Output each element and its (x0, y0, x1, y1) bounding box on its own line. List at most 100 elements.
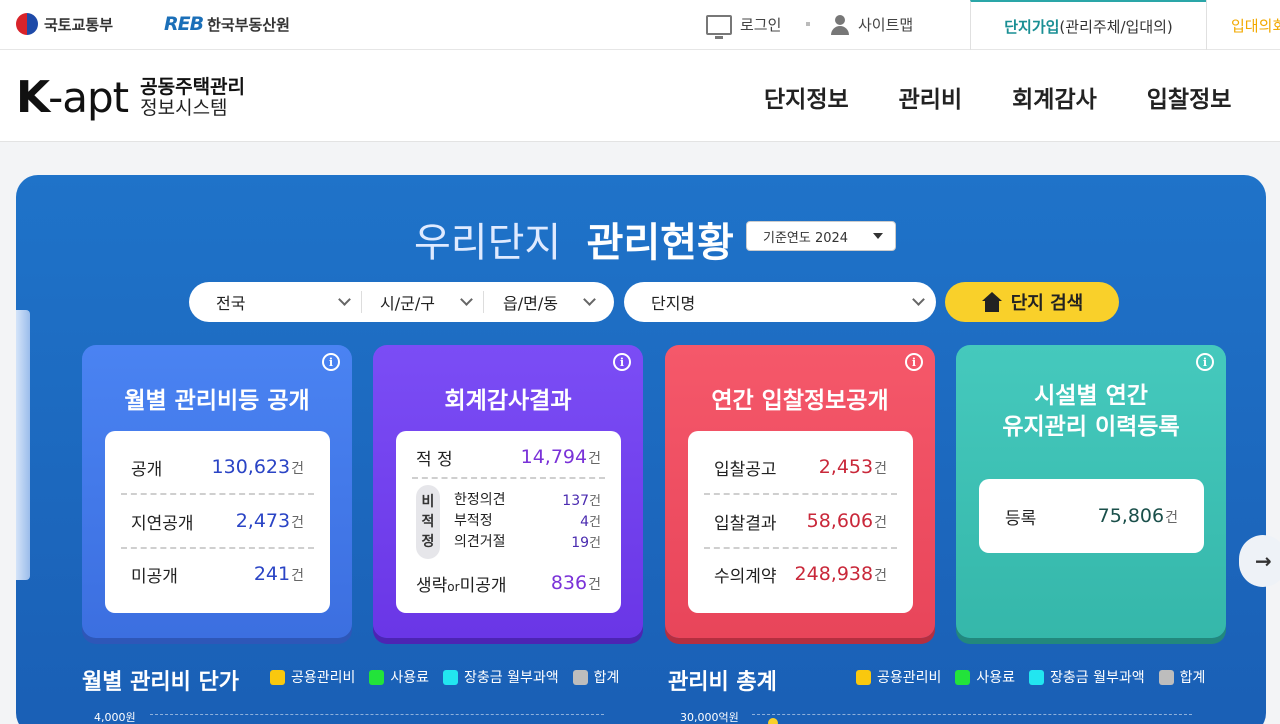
sigungu-select[interactable]: 시/군/구 (380, 282, 480, 322)
stat-label: 등록 (1005, 508, 1037, 529)
molit-logo[interactable]: 국토교통부 (16, 13, 113, 35)
chart-data-point (768, 718, 778, 724)
next-slide-button[interactable]: → (1239, 535, 1280, 587)
nav-management-fee[interactable]: 관리비 (899, 80, 962, 114)
sitemap-label: 사이트맵 (858, 16, 914, 34)
card-title: 연간 입찰정보공개 (711, 388, 889, 414)
unit-price-chart-title: 월별 관리비 단가 (82, 670, 239, 695)
gridline (150, 714, 604, 715)
y-axis-tick-label: 4,000원 (94, 711, 136, 724)
complex-join-tab[interactable]: 단지가입 (관리주체/입대의) (970, 0, 1206, 50)
top-utility-bar: 국토교통부 REB 한국부동산원 로그인 사이트맵 단지가입 (관리주체/입대의)… (0, 0, 1280, 50)
total-legend: 공용관리비 사용료 장충금 월부과액 합계 (856, 667, 1205, 687)
reb-mark-icon: REB (164, 13, 204, 35)
sub-stat-label: 의견거절 (454, 534, 506, 550)
search-button-label: 단지 검색 (1010, 293, 1084, 314)
card-stats-box: 적 정 14,794건 비 적 정 한정의견 137건 부적정 4건 의견거절 … (396, 431, 621, 613)
stat-row: 등록 75,806건 (979, 490, 1204, 542)
card-accounting-audit[interactable]: i 회계감사결과 적 정 14,794건 비 적 정 한정의견 137건 부적정… (373, 345, 643, 638)
legend-item[interactable]: 합계 (1158, 667, 1205, 687)
region-filter: 전국 시/군/구 읍/면/동 (189, 282, 614, 322)
info-icon[interactable]: i (1196, 353, 1214, 371)
brand-k: K (16, 72, 50, 123)
stat-row: 미공개 241건 (105, 548, 330, 600)
util-divider (806, 22, 810, 26)
sub-stat-label: 부적정 (454, 513, 493, 529)
partner-tab[interactable]: 입대의회 (1206, 0, 1280, 50)
global-nav: 단지정보 관리비 회계감사 입찰정보 유 (764, 80, 1280, 114)
year-select[interactable]: 기준연도 2024 (746, 221, 896, 251)
info-icon[interactable]: i (613, 353, 631, 371)
legend-item[interactable]: 사용료 (955, 667, 1015, 687)
legend-item[interactable]: 장충금 월부과액 (1029, 667, 1145, 687)
join-rest-label: (관리주체/입대의) (1059, 17, 1173, 36)
complex-name-value: 단지명 (651, 294, 696, 313)
legend-swatch (443, 669, 459, 685)
stat-row: 입찰공고 2,453건 (688, 441, 913, 493)
hero-title-light: 우리단지 (414, 220, 562, 266)
complex-name-select[interactable]: 단지명 (624, 282, 936, 322)
nav-bid-info[interactable]: 입찰정보 (1147, 80, 1232, 114)
legend-swatch (1029, 669, 1045, 685)
stat-label: 수의계약 (714, 566, 777, 587)
kapt-logo[interactable]: K -apt 공동주택관리 정보시스템 (16, 72, 245, 123)
hero-title-bold: 관리현황 (586, 220, 734, 266)
sitemap-link[interactable]: 사이트맵 (830, 14, 913, 35)
legend-item[interactable]: 합계 (572, 667, 619, 687)
stat-label: 공개 (131, 459, 163, 480)
molit-emblem-icon (16, 13, 38, 35)
stat-label: 입찰결과 (714, 513, 777, 534)
main-header: K -apt 공동주택관리 정보시스템 단지정보 관리비 회계감사 입찰정보 유 (0, 50, 1280, 142)
stat-label: 적 정 (416, 449, 453, 470)
brand-subtitle: 공동주택관리 정보시스템 (140, 75, 246, 119)
sub-stat-row: 한정의견 137건 (454, 489, 601, 509)
legend-item[interactable]: 공용관리비 (270, 667, 355, 687)
sub-stat-row: 부적정 4건 (454, 510, 601, 530)
card-title: 월별 관리비등 공개 (124, 388, 310, 414)
legend-swatch (856, 669, 871, 685)
card-facility-maintenance[interactable]: i 시설별 연간 유지관리 이력등록 등록 75,806건 (956, 345, 1226, 638)
legend-item[interactable]: 사용료 (369, 667, 429, 687)
filter-divider (483, 291, 484, 313)
row-divider (412, 477, 605, 479)
stat-row: 적 정 14,794건 (396, 431, 621, 483)
sub-stat-row: 의견거절 19건 (454, 531, 601, 551)
stat-value: 75,806건 (1097, 505, 1178, 527)
stat-value: 2,453건 (818, 456, 887, 478)
brand-sub1: 공동주택관리 (140, 75, 246, 98)
card-monthly-disclosure[interactable]: i 월별 관리비등 공개 공개 130,623건 지연공개 2,473건 미공개… (82, 345, 352, 638)
hero-title: 우리단지 관리현황 (414, 210, 734, 268)
molit-label: 국토교통부 (44, 15, 114, 34)
stat-value: 14,794건 (520, 446, 601, 468)
card-title: 회계감사결과 (444, 388, 572, 414)
nav-accounting-audit[interactable]: 회계감사 (1012, 80, 1097, 114)
stat-row: 지연공개 2,473건 (105, 495, 330, 547)
legend-item[interactable]: 장충금 월부과액 (443, 667, 559, 687)
filter-divider (361, 291, 362, 313)
sub-stat-value: 19건 (571, 534, 601, 551)
stat-label: 미공개 (131, 566, 178, 587)
house-icon (981, 292, 1003, 312)
stat-label: 입찰공고 (714, 459, 777, 480)
reb-logo[interactable]: REB 한국부동산원 (164, 13, 290, 35)
complex-name-field: 단지명 (651, 282, 925, 322)
arrow-right-icon: → (1255, 549, 1272, 573)
nav-complex-info[interactable]: 단지정보 (764, 80, 849, 114)
legend-item[interactable]: 공용관리비 (856, 667, 941, 687)
stat-value: 130,623건 (211, 456, 304, 478)
info-icon[interactable]: i (905, 353, 923, 371)
info-icon[interactable]: i (322, 353, 340, 371)
complex-search-button[interactable]: 단지 검색 (945, 282, 1119, 322)
stat-row: 수의계약 248,938건 (688, 548, 913, 600)
eupmyeondong-select[interactable]: 읍/면/동 (503, 282, 603, 322)
card-bid-disclosure[interactable]: i 연간 입찰정보공개 입찰공고 2,453건 입찰결과 58,606건 수의계… (665, 345, 935, 638)
non-adequate-tag: 비 적 정 (416, 485, 440, 559)
person-icon (830, 14, 850, 35)
sub-stat-value: 4건 (580, 513, 601, 530)
brand-sub2: 정보시스템 (140, 96, 228, 119)
sido-select[interactable]: 전국 (216, 282, 366, 322)
partner-label: 입대의회 (1231, 16, 1280, 35)
stat-label: 지연공개 (131, 513, 194, 534)
reb-label: 한국부동산원 (207, 15, 290, 34)
login-link[interactable]: 로그인 (706, 14, 781, 39)
